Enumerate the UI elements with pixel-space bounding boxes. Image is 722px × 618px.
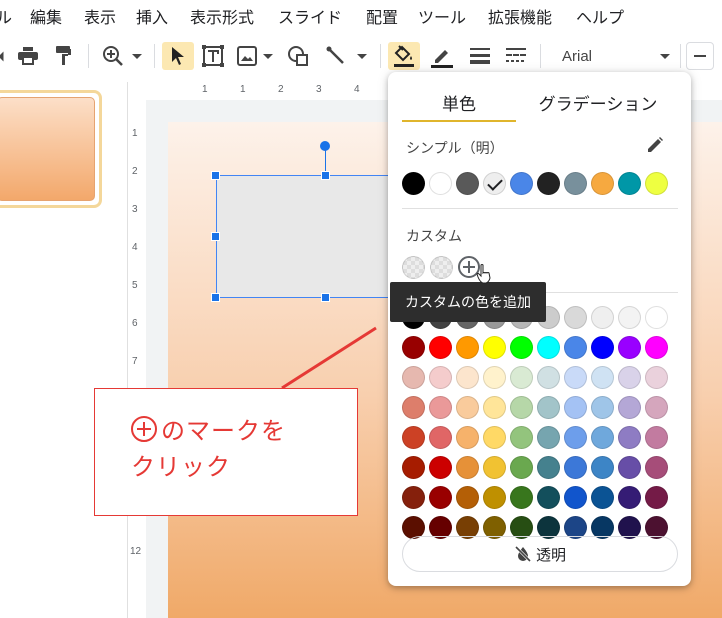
color-swatch[interactable] [483,396,506,419]
tooltip: カスタムの色を追加 [390,282,546,322]
color-swatch[interactable] [402,396,425,419]
color-swatch[interactable] [429,456,452,479]
color-swatch[interactable] [591,366,614,389]
color-swatch[interactable] [510,396,533,419]
color-swatch[interactable] [456,456,479,479]
color-swatch[interactable] [483,456,506,479]
color-swatch[interactable] [537,336,560,359]
transparent-drop-icon [514,545,532,563]
color-swatch[interactable] [645,366,668,389]
color-swatch[interactable] [591,306,614,329]
color-swatch[interactable] [456,396,479,419]
color-swatch[interactable] [537,396,560,419]
color-swatch[interactable] [537,172,560,195]
color-swatch[interactable] [402,486,425,509]
color-swatch[interactable] [537,426,560,449]
color-swatch[interactable] [618,486,641,509]
color-swatch[interactable] [564,486,587,509]
color-swatch[interactable] [402,426,425,449]
color-swatch[interactable] [510,426,533,449]
color-swatch[interactable] [510,366,533,389]
color-swatch[interactable] [645,306,668,329]
color-swatch[interactable] [429,172,452,195]
color-swatch[interactable] [564,456,587,479]
hand-cursor-icon [476,264,491,284]
color-swatch[interactable] [591,396,614,419]
color-swatch[interactable] [564,172,587,195]
color-swatch[interactable] [618,426,641,449]
transparent-label: 透明 [535,545,566,564]
color-swatch[interactable] [429,336,452,359]
simple-palette-label: シンプル（明） [406,141,504,157]
transparent-button[interactable]: 透明 [402,536,678,572]
custom-color-slot[interactable] [430,256,453,279]
color-swatch[interactable] [618,336,641,359]
color-swatch[interactable] [645,426,668,449]
color-swatch[interactable] [591,486,614,509]
color-swatch[interactable] [645,336,668,359]
color-swatch[interactable] [510,456,533,479]
color-swatch[interactable] [510,336,533,359]
color-swatch[interactable] [483,172,506,195]
color-swatch[interactable] [483,426,506,449]
color-swatch[interactable] [429,486,452,509]
section-divider [402,208,678,209]
tab-gradient[interactable]: グラデーション [532,90,664,115]
color-swatch[interactable] [510,172,533,195]
color-swatch[interactable] [564,336,587,359]
color-swatch[interactable] [645,486,668,509]
color-swatch[interactable] [564,426,587,449]
tooltip-text: カスタムの色を追加 [405,295,531,311]
color-swatch[interactable] [537,366,560,389]
color-swatch[interactable] [456,172,479,195]
color-swatch[interactable] [618,366,641,389]
color-swatch[interactable] [402,366,425,389]
color-swatch[interactable] [618,172,641,195]
color-swatch[interactable] [564,396,587,419]
color-swatch[interactable] [483,486,506,509]
color-swatch[interactable] [456,366,479,389]
annotation-line-2: クリック [131,453,231,481]
color-swatch[interactable] [591,456,614,479]
color-swatch[interactable] [483,336,506,359]
color-swatch[interactable] [645,456,668,479]
color-swatch[interactable] [510,486,533,509]
color-swatch[interactable] [537,486,560,509]
color-swatch[interactable] [537,456,560,479]
color-swatch[interactable] [564,306,587,329]
edit-pencil-icon[interactable] [646,136,664,154]
annotation-text: のマークを クリック [131,413,286,485]
tab-active-indicator [402,120,516,122]
color-swatch[interactable] [591,426,614,449]
color-swatch[interactable] [429,426,452,449]
custom-palette-label: カスタム [406,229,462,245]
color-swatch[interactable] [483,366,506,389]
tab-solid[interactable]: 単色 [402,90,516,115]
color-swatch[interactable] [645,172,668,195]
annotation-callout: のマークを クリック [94,388,358,516]
color-swatch[interactable] [456,486,479,509]
color-swatch[interactable] [591,336,614,359]
circled-plus-icon [131,416,157,442]
color-swatch[interactable] [402,456,425,479]
custom-color-slot[interactable] [402,256,425,279]
color-swatch[interactable] [402,336,425,359]
color-swatch[interactable] [429,366,452,389]
color-swatch[interactable] [618,396,641,419]
color-swatch[interactable] [645,396,668,419]
annotation-line-1: のマークを [161,417,286,445]
fill-color-popup: 単色 グラデーション シンプル（明） カスタム 透明 [388,72,691,586]
color-swatch[interactable] [618,306,641,329]
color-swatch[interactable] [456,336,479,359]
color-swatch[interactable] [564,366,587,389]
color-swatch[interactable] [429,396,452,419]
color-swatch[interactable] [591,172,614,195]
color-swatch[interactable] [618,456,641,479]
color-swatch[interactable] [456,426,479,449]
color-swatch[interactable] [402,172,425,195]
